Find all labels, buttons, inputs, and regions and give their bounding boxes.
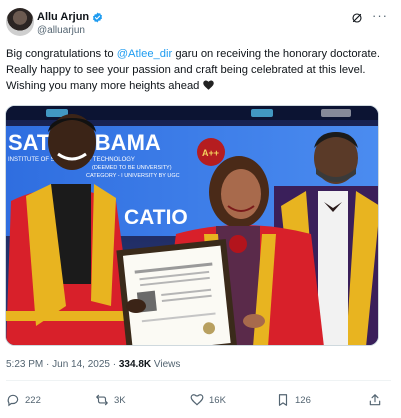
tweet-photo[interactable]: SATHYABAMA INSTITUTE OF SCIENCE AND TECH… bbox=[5, 105, 379, 346]
author-avatar[interactable] bbox=[6, 8, 34, 36]
tweet-time[interactable]: 5:23 PM bbox=[6, 359, 43, 370]
heart-icon bbox=[190, 394, 204, 406]
grok-icon[interactable] bbox=[351, 12, 363, 24]
reply-count: 222 bbox=[25, 394, 41, 406]
author-name[interactable]: Allu Arjun bbox=[37, 11, 89, 23]
bookmark-icon bbox=[278, 394, 288, 406]
banner-convocation: CATIO bbox=[124, 206, 188, 229]
banner-sub2: (DEEMED TO BE UNIVERSITY) bbox=[92, 165, 172, 171]
more-options-icon[interactable]: ··· bbox=[372, 9, 388, 22]
repost-count: 3K bbox=[114, 394, 126, 406]
repost-button[interactable]: 3K bbox=[95, 393, 126, 407]
tweet-text-start: Big congratulations to bbox=[6, 48, 117, 60]
views-count: 334.8K bbox=[118, 359, 152, 370]
meta-separator-2: · bbox=[109, 359, 119, 370]
banner-sub3: CATEGORY - I UNIVERSITY BY UGC bbox=[86, 173, 180, 179]
photo-scene: SATHYABAMA INSTITUTE OF SCIENCE AND TECH… bbox=[6, 106, 378, 345]
tweet-meta: 5:23 PM · Jun 14, 2025 · 334.8K Views bbox=[6, 359, 180, 370]
bookmark-count: 126 bbox=[295, 394, 311, 406]
author-name-row: Allu Arjun bbox=[37, 10, 103, 24]
reply-icon bbox=[7, 394, 19, 407]
bookmark-button[interactable]: 126 bbox=[276, 393, 311, 407]
naac-badge-text: A++ bbox=[202, 148, 219, 158]
mention-link[interactable]: @Atlee_dir bbox=[117, 48, 173, 60]
tweet-header: Allu Arjun @alluarjun ··· bbox=[6, 8, 395, 40]
action-bar: 222 3K 16K 126 bbox=[6, 393, 391, 409]
repost-icon bbox=[96, 394, 108, 406]
verified-badge-icon bbox=[93, 11, 103, 23]
meta-separator: · bbox=[43, 359, 53, 370]
reply-button[interactable]: 222 bbox=[6, 393, 41, 407]
author-handle[interactable]: @alluarjun bbox=[37, 25, 85, 36]
share-button[interactable] bbox=[368, 393, 382, 407]
tweet-text: Big congratulations to @Atlee_dir garu o… bbox=[6, 46, 390, 94]
black-heart-icon bbox=[202, 80, 214, 90]
divider bbox=[6, 380, 391, 381]
tweet-date[interactable]: Jun 14, 2025 bbox=[52, 359, 110, 370]
certificate bbox=[116, 238, 238, 345]
views-label: Views bbox=[151, 359, 181, 370]
share-icon bbox=[369, 394, 381, 406]
like-count: 16K bbox=[209, 394, 226, 406]
like-button[interactable]: 16K bbox=[190, 393, 226, 407]
